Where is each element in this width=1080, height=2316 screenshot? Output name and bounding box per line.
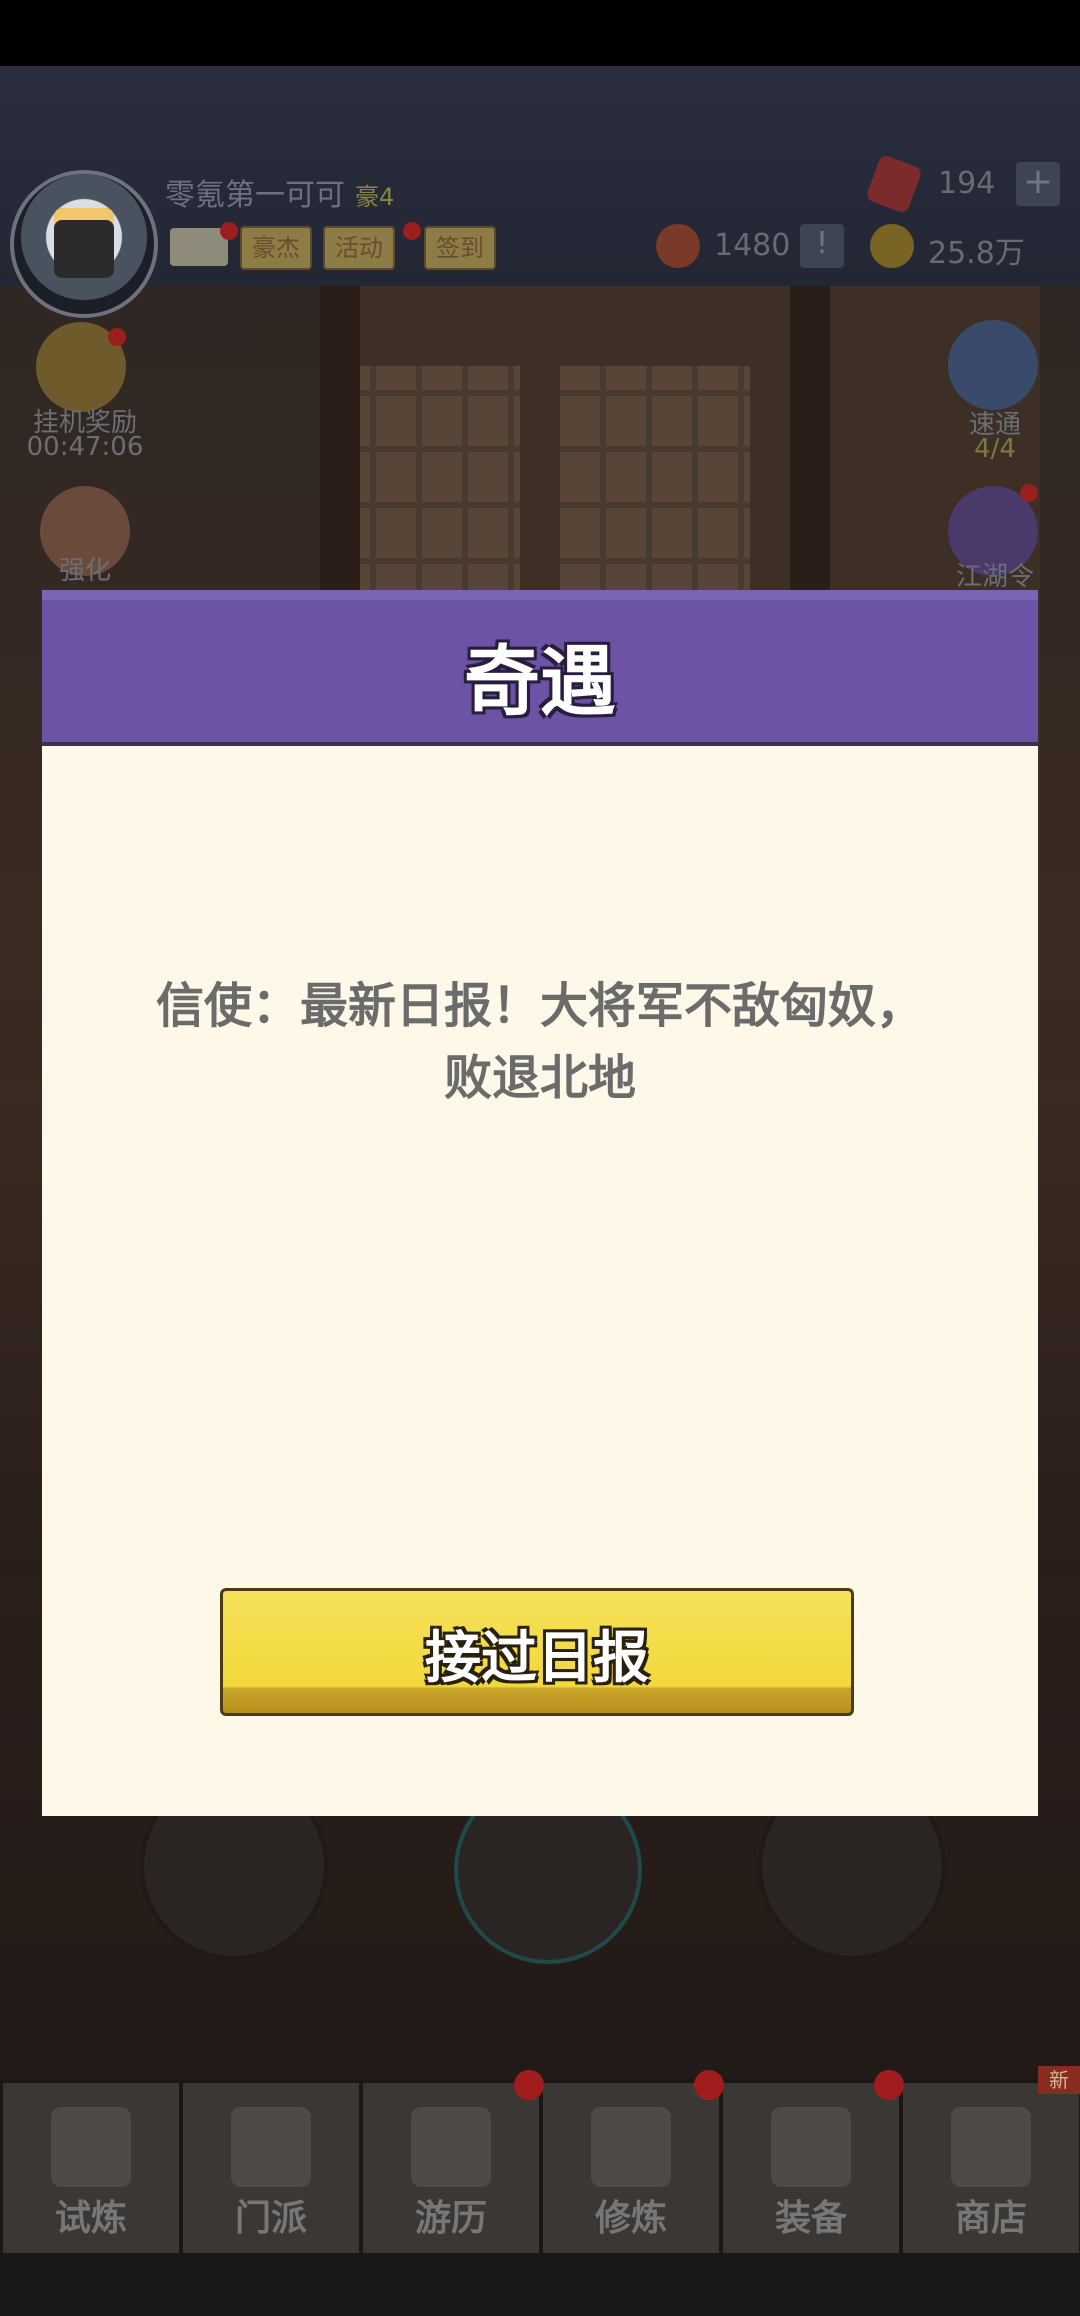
- dialog-message: 信使：最新日报！大将军不敌匈奴，败退北地: [155, 978, 924, 1106]
- dialog-title: 奇遇: [464, 637, 616, 726]
- accept-newspaper-label: 接过日报: [425, 1626, 649, 1691]
- dialog-header: 奇遇: [42, 590, 1038, 746]
- accept-newspaper-button[interactable]: 接过日报: [220, 1588, 854, 1716]
- encounter-dialog: 奇遇 信使：最新日报！大将军不敌匈奴，败退北地 接过日报: [42, 590, 1038, 1816]
